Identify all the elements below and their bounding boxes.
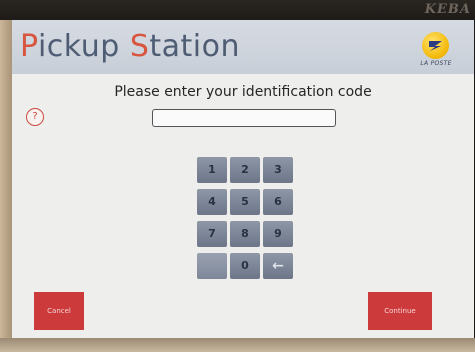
logo-text: LA POSTE — [420, 60, 452, 67]
bird-glyph — [429, 41, 442, 51]
key-3[interactable]: 3 — [263, 157, 293, 183]
cancel-button[interactable]: Cancel — [34, 292, 84, 330]
page-title: Pickup Station — [20, 29, 240, 64]
brand-emboss: KEBA — [424, 2, 471, 17]
backspace-key[interactable]: ← — [263, 253, 293, 279]
key-6[interactable]: 6 — [263, 189, 293, 215]
help-icon[interactable]: ? — [26, 108, 44, 126]
title-tation: tation — [149, 29, 240, 64]
la-poste-bird-icon — [422, 32, 449, 59]
key-9[interactable]: 9 — [263, 221, 293, 247]
key-5[interactable]: 5 — [230, 189, 260, 215]
key-7[interactable]: 7 — [197, 221, 227, 247]
kiosk-bezel-bottom — [0, 338, 475, 352]
instruction-text: Please enter your identification code — [114, 84, 372, 100]
title-ickup: ickup — [37, 29, 130, 64]
key-blank — [197, 253, 227, 279]
key-1[interactable]: 1 — [197, 157, 227, 183]
kiosk-bezel-left — [0, 20, 12, 352]
continue-button[interactable]: Continue — [368, 292, 432, 330]
key-8[interactable]: 8 — [230, 221, 260, 247]
la-poste-logo: LA POSTE — [414, 32, 458, 72]
identification-code-input[interactable] — [152, 109, 336, 127]
key-0[interactable]: 0 — [230, 253, 260, 279]
backspace-arrow-icon: ← — [272, 258, 284, 274]
kiosk-screen: Pickup Station LA POSTE Please enter you… — [12, 20, 474, 338]
title-initial-p: P — [20, 29, 38, 64]
key-2[interactable]: 2 — [230, 157, 260, 183]
numeric-keypad: 1 2 3 4 5 6 7 8 9 0 ← — [197, 157, 297, 279]
title-initial-s: S — [129, 29, 150, 64]
header-bar: Pickup Station LA POSTE — [12, 20, 474, 74]
key-4[interactable]: 4 — [197, 189, 227, 215]
